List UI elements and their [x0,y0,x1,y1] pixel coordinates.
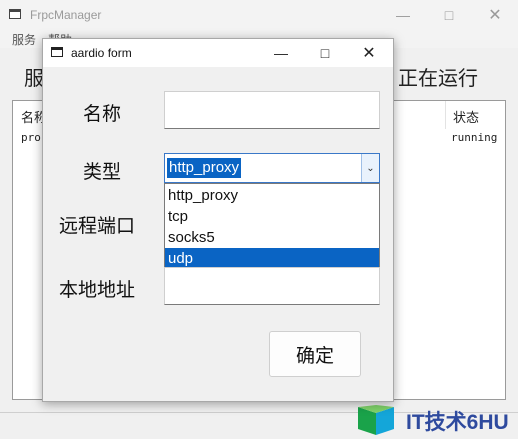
close-icon[interactable]: ✕ [472,0,518,30]
dialog-titlebar[interactable]: aardio form — □ ✕ [43,39,393,67]
label-name: 名称 [83,104,122,125]
main-heading-running: 正在运行 [398,68,478,90]
row-status-cell[interactable]: running [451,131,497,144]
row-name-cell[interactable]: pro [21,131,41,144]
dialog-window-icon [51,47,63,57]
main-titlebar: FrpcManager — □ ✕ [0,0,518,30]
dropdown-option-udp[interactable]: udp [165,248,379,269]
column-header-status[interactable]: 状态 [453,107,479,126]
main-window-title: FrpcManager [30,8,102,22]
minimize-icon[interactable]: — [380,0,426,30]
label-type: 类型 [83,162,122,183]
main-heading-left: 服 [24,68,44,90]
type-combobox[interactable]: http_proxy ⌄ [164,153,380,183]
local-address-input[interactable] [164,267,380,305]
watermark-text: IT技术6HU [406,411,509,434]
dropdown-option-socks5[interactable]: socks5 [165,227,379,248]
dialog-close-icon[interactable]: ✕ [347,39,391,67]
watermark-logo-icon [358,405,394,435]
dropdown-option-http-proxy[interactable]: http_proxy [165,185,379,206]
dialog-minimize-icon[interactable]: — [259,39,303,67]
dialog-title: aardio form [71,46,132,60]
name-input[interactable] [164,91,380,129]
column-separator [445,101,446,129]
dropdown-option-tcp[interactable]: tcp [165,206,379,227]
type-combobox-value: http_proxy [167,158,242,178]
type-dropdown-list[interactable]: http_proxy tcp socks5 udp [164,183,380,269]
confirm-button[interactable]: 确定 [269,331,361,377]
label-remote-port: 远程端口 [59,216,136,237]
dialog-maximize-icon[interactable]: □ [303,39,347,67]
menu-service[interactable]: 服务 [12,31,36,48]
maximize-icon[interactable]: □ [426,0,472,30]
aardio-form-dialog: aardio form — □ ✕ 名称 类型 http_proxy ⌄ htt… [42,38,394,402]
label-local-address: 本地地址 [59,280,136,301]
chevron-down-icon[interactable]: ⌄ [361,154,379,182]
app-window-icon [9,9,21,19]
